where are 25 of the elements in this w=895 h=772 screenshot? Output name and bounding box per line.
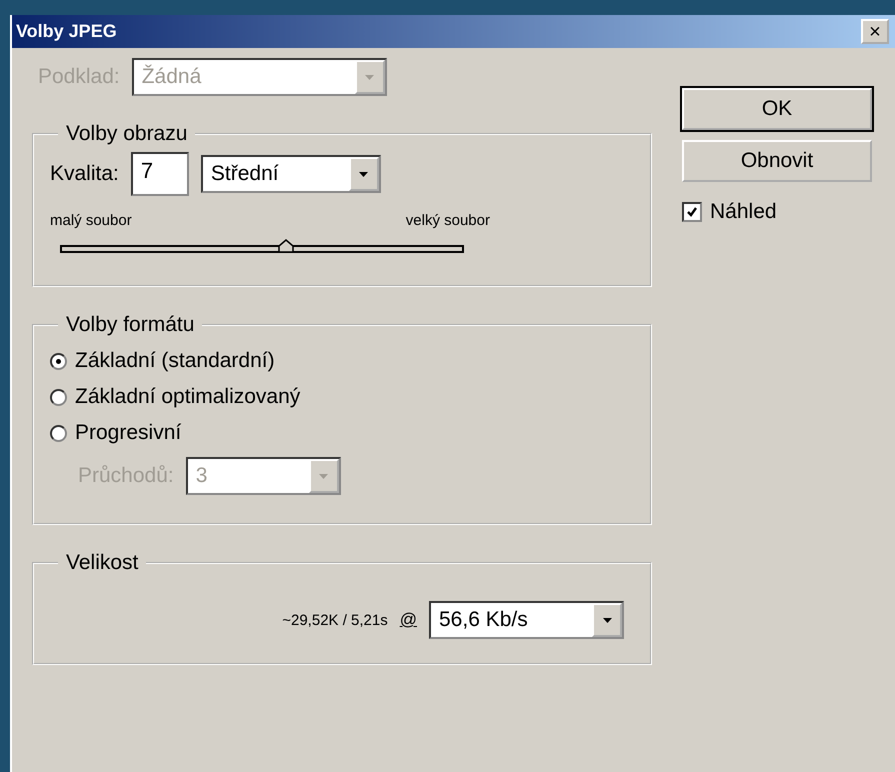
caret-icon (308, 459, 339, 493)
quality-input[interactable]: 7 (130, 152, 189, 196)
caret-icon (348, 157, 379, 191)
checkmark-icon (686, 206, 698, 218)
group-title: Volby obrazu (65, 122, 188, 146)
caret-icon (354, 60, 385, 94)
radio-option[interactable]: Základní (standardní) (50, 349, 275, 373)
window-title: Volby JPEG (16, 21, 117, 42)
group-title: Velikost (65, 551, 140, 575)
quality-label: Kvalita: (50, 162, 119, 186)
size-estimate: ~29,52K / 5,21s (282, 612, 388, 628)
radio-option[interactable]: Základní optimalizovaný (50, 385, 300, 409)
quality-dropdown[interactable]: Střední (200, 155, 381, 193)
dialog-button[interactable]: OK (682, 88, 872, 130)
speed-dropdown[interactable]: 56,6 Kb/s (429, 601, 624, 639)
max-label: velký soubor (406, 212, 490, 229)
radio-option[interactable]: Progresivní (50, 421, 182, 445)
group-title: Volby formátu (65, 313, 196, 337)
min-label: malý soubor (50, 212, 132, 229)
speed-label: @ (400, 610, 417, 630)
close-button[interactable]: × (861, 19, 889, 44)
slider-thumb[interactable] (278, 239, 294, 253)
caret-icon (592, 603, 622, 637)
preview-checkbox[interactable]: Náhled (682, 200, 777, 224)
dialog-button[interactable]: Obnovit (682, 140, 872, 182)
